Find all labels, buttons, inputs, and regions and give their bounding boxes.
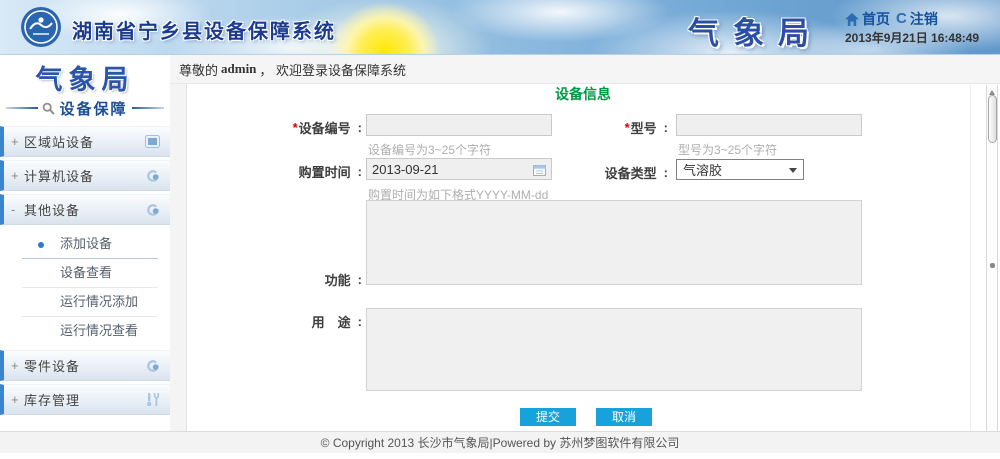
cancel-button[interactable]: 取消 (596, 408, 652, 426)
comet-icon (145, 168, 160, 183)
sidebar-item-regional-station-equipment[interactable]: + 区域站设备 (0, 126, 170, 157)
app-window: 湖南省宁乡县设备保障系统 气象局 首页 C 注销 2013年9月21日 16:4… (0, 0, 1000, 459)
tools-icon (146, 392, 160, 407)
required-asterisk: * (293, 120, 298, 135)
sidebar-item-computer-equipment[interactable]: + 计算机设备 (0, 160, 170, 191)
sidebar-item-add-running-status[interactable]: 运行情况添加 (0, 288, 170, 317)
sidebar-subtitle: 设备保障 (59, 98, 127, 119)
sidebar-item-add-device[interactable]: 添加设备 (0, 230, 170, 259)
other-equipment-submenu: 添加设备 设备查看 运行情况添加 运行情况查看 (0, 228, 170, 350)
home-icon (845, 13, 859, 26)
device-type-select[interactable]: 气溶胶 (676, 159, 804, 180)
sidebar-menu: + 区域站设备 + 计算机设备 - 其他设备 (0, 126, 170, 415)
window-icon (145, 135, 160, 148)
expand-plus-icon: + (11, 134, 24, 149)
decor-line-right (132, 107, 164, 109)
home-link-label: 首页 (862, 9, 890, 29)
purchase-date-input[interactable] (366, 158, 552, 180)
expand-plus-icon: + (11, 168, 24, 183)
active-bullet-icon (38, 242, 44, 248)
expand-plus-icon: + (11, 358, 24, 373)
purchase-date-field (366, 158, 552, 180)
top-banner: 湖南省宁乡县设备保障系统 气象局 首页 C 注销 2013年9月21日 16:4… (0, 0, 1000, 55)
purchase-date-label: 购置时间 : (250, 162, 362, 181)
system-title: 湖南省宁乡县设备保障系统 (72, 15, 336, 44)
welcome-prefix: 尊敬的 (179, 60, 218, 79)
model-label: * 型号 : (556, 118, 668, 137)
logout-power-icon: C (896, 12, 907, 26)
content-gutter (170, 84, 187, 431)
device-no-input[interactable] (366, 114, 552, 136)
banner-brand-text: 气象局 (688, 8, 823, 53)
datetime-display: 2013年9月21日 16:48:49 (845, 29, 979, 46)
usage-label: 用 途 : (250, 312, 362, 331)
sidebar-item-other-equipment[interactable]: - 其他设备 (0, 194, 170, 225)
scrollbar-marker (990, 263, 995, 268)
device-no-label: * 设备编号 : (250, 118, 362, 137)
function-textarea[interactable] (366, 200, 862, 285)
calendar-icon[interactable] (533, 163, 546, 181)
model-input[interactable] (676, 114, 862, 136)
logout-link[interactable]: C 注销 (896, 9, 938, 29)
content-right-edge (970, 85, 971, 431)
comet-icon (145, 202, 160, 217)
sidebar-item-view-device[interactable]: 设备查看 (0, 259, 170, 288)
sidebar-item-view-running-status[interactable]: 运行情况查看 (0, 317, 170, 346)
welcome-suffix: ， 欢迎登录设备保障系统 (259, 60, 406, 79)
magnifier-icon (42, 102, 55, 115)
decor-line-left (6, 107, 38, 109)
vertical-scrollbar-thumb[interactable] (988, 95, 997, 143)
home-link[interactable]: 首页 (845, 9, 890, 29)
sidebar-item-inventory-management[interactable]: + 库存管理 (0, 384, 170, 415)
welcome-bar: 尊敬的 admin ， 欢迎登录设备保障系统 (170, 55, 1000, 84)
collapse-minus-icon: - (11, 202, 24, 217)
top-nav: 首页 C 注销 (845, 9, 938, 29)
usage-textarea[interactable] (366, 308, 862, 391)
logout-link-label: 注销 (910, 9, 938, 29)
username: admin (221, 61, 256, 77)
model-hint: 型号为3~25个字符 (678, 141, 777, 158)
footer: © Copyright 2013 长沙市气象局|Powered by 苏州梦图软… (0, 431, 1000, 453)
expand-plus-icon: + (11, 392, 24, 407)
device-type-selected-value: 气溶胶 (683, 160, 722, 179)
bureau-logo-icon (20, 6, 62, 48)
sidebar-subtitle-row: 设备保障 (0, 98, 170, 118)
chevron-down-icon (789, 168, 797, 177)
scrollbar-up-arrow-icon[interactable] (989, 87, 995, 95)
device-type-label: 设备类型 : (556, 163, 668, 182)
device-no-hint: 设备编号为3~25个字符 (368, 141, 491, 158)
sidebar: 气象局 设备保障 + 区域站设备 + 计算机设备 (0, 55, 170, 431)
required-asterisk: * (625, 120, 630, 135)
sidebar-item-parts-equipment[interactable]: + 零件设备 (0, 350, 170, 381)
sidebar-brand-text: 气象局 (0, 58, 170, 97)
comet-icon (145, 358, 160, 373)
form-title: 设备信息 (188, 84, 978, 104)
function-label: 功能 : (250, 270, 362, 289)
submit-button[interactable]: 提交 (520, 408, 576, 426)
